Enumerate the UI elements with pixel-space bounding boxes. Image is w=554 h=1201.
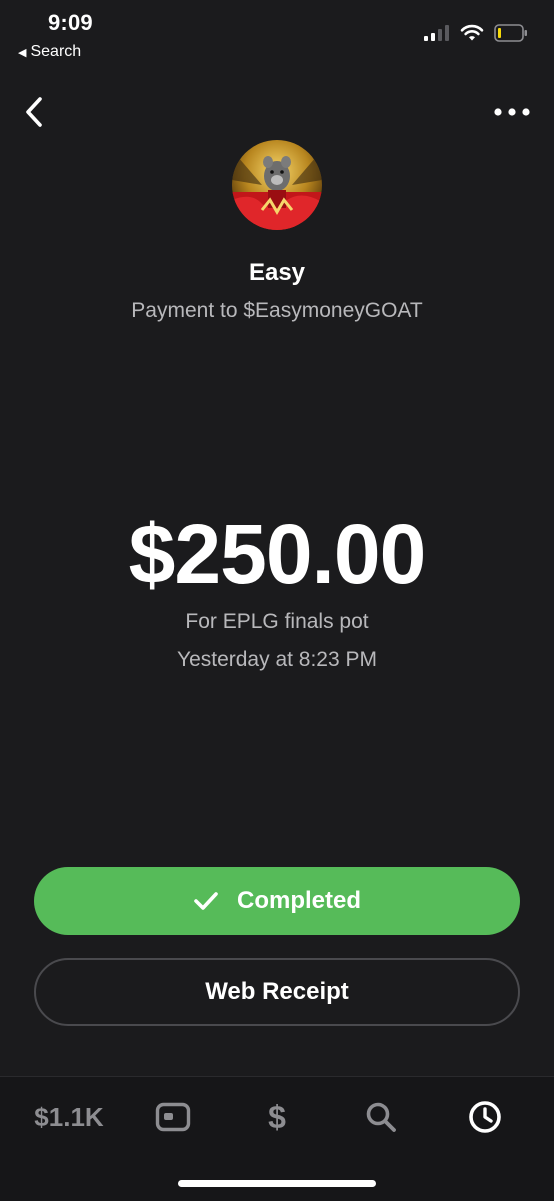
tab-card[interactable]: [150, 1097, 196, 1137]
back-to-search-label: Search: [30, 43, 82, 60]
web-receipt-label: Web Receipt: [205, 978, 349, 1005]
web-receipt-button[interactable]: Web Receipt: [34, 958, 520, 1026]
home-indicator[interactable]: [178, 1180, 376, 1187]
checkmark-icon: [194, 892, 218, 910]
more-options-button[interactable]: [492, 100, 532, 124]
completed-label: Completed: [236, 887, 361, 914]
search-icon: [366, 1102, 396, 1132]
wifi-icon: [460, 24, 484, 41]
status-icons: [424, 24, 528, 42]
recipient-avatar[interactable]: [232, 140, 322, 230]
avatar-image: [232, 140, 322, 230]
tab-search[interactable]: [358, 1097, 404, 1137]
payment-to-label: Payment to $EasymoneyGOAT: [131, 299, 423, 322]
tab-balance[interactable]: $1.1K: [24, 1097, 114, 1137]
more-horizontal-icon: [494, 108, 530, 116]
back-button[interactable]: [18, 94, 50, 130]
battery-icon: [494, 24, 527, 42]
dollar-icon: $: [268, 1098, 286, 1135]
clock-icon: [469, 1101, 501, 1133]
completed-status-button[interactable]: Completed: [34, 867, 520, 935]
card-icon: [155, 1102, 191, 1132]
payment-note: For EPLG finals pot: [185, 610, 369, 633]
back-to-search-link[interactable]: ◀ Search: [18, 43, 81, 61]
cellular-signal-icon: [424, 25, 449, 41]
back-triangle-icon: ◀: [18, 46, 27, 59]
tab-cash[interactable]: $: [254, 1097, 300, 1137]
chevron-left-icon: [26, 97, 42, 127]
payment-date: Yesterday at 8:23 PM: [176, 648, 377, 671]
status-time: 9:09: [48, 10, 93, 35]
tab-activity[interactable]: [462, 1097, 508, 1137]
payment-amount: $250.00: [128, 507, 427, 601]
recipient-name: Easy: [248, 259, 306, 286]
